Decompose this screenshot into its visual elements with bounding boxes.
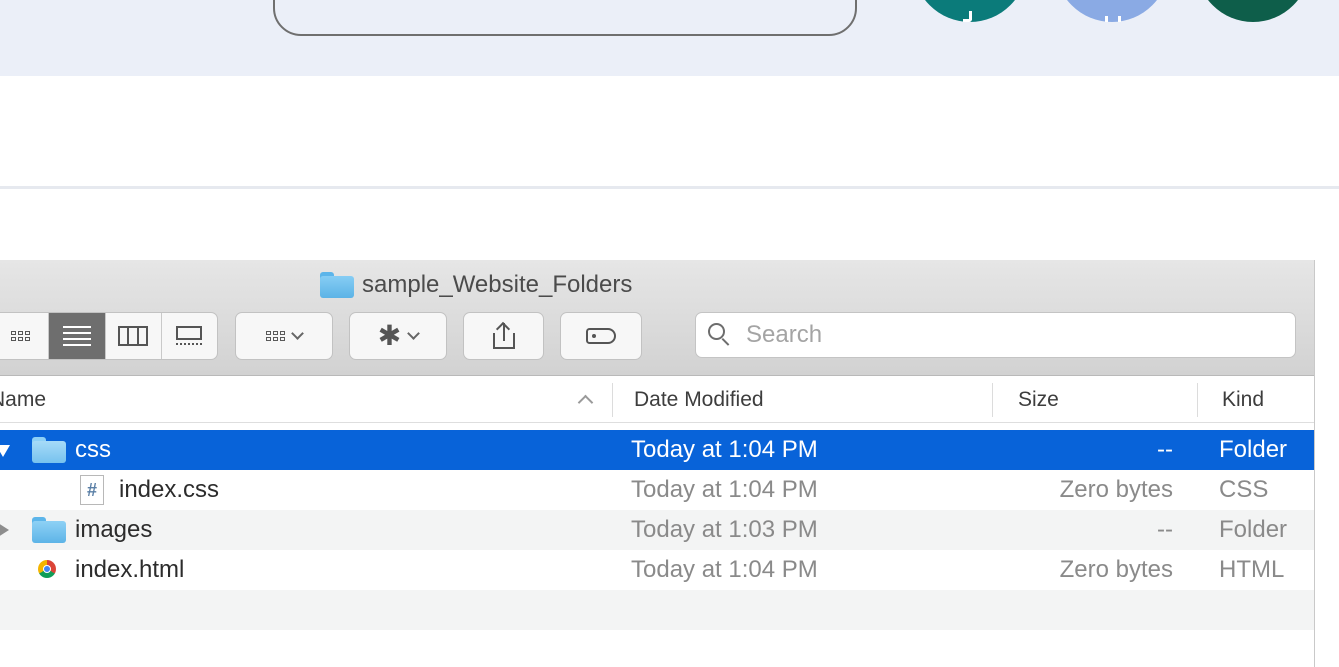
finder-toolbar: sample_Website_Folders ✱	[0, 260, 1314, 376]
file-size: Zero bytes	[1059, 476, 1173, 503]
file-size: --	[1157, 436, 1173, 463]
file-row-css[interactable]: css Today at 1:04 PM -- Folder	[0, 430, 1314, 470]
list-icon	[62, 326, 91, 346]
finder-window: sample_Website_Folders ✱ Search ame Date…	[0, 260, 1315, 667]
grid-icon	[11, 331, 31, 341]
column-separator[interactable]	[1197, 383, 1198, 417]
section-divider	[0, 186, 1339, 189]
file-name: index.css	[119, 476, 220, 503]
gallery-view-button[interactable]	[160, 313, 217, 359]
folder-icon	[320, 272, 354, 298]
disclosure-triangle-open-icon[interactable]	[0, 445, 10, 457]
header-size[interactable]: Size	[1018, 377, 1059, 423]
disclosure-triangle-closed-icon[interactable]	[0, 523, 9, 537]
gear-icon: ✱	[377, 320, 402, 351]
empty-row	[0, 590, 1314, 630]
avatar-circle-blue[interactable]	[1055, 0, 1169, 22]
column-view-button[interactable]	[104, 313, 161, 359]
file-size: Zero bytes	[1059, 556, 1173, 583]
header-kind[interactable]: Kind	[1222, 377, 1264, 423]
file-row-index-css[interactable]: # index.css Today at 1:04 PM Zero bytes …	[0, 470, 1314, 510]
file-kind: Folder	[1219, 516, 1288, 543]
chrome-html-file-icon	[38, 560, 56, 578]
header-date-modified[interactable]: Date Modified	[634, 377, 764, 423]
search-icon	[708, 323, 732, 347]
chevron-down-icon	[291, 327, 304, 340]
file-date: Today at 1:04 PM	[631, 476, 818, 503]
tags-button[interactable]	[560, 312, 642, 360]
share-button[interactable]	[463, 312, 544, 360]
top-banner	[0, 0, 1339, 76]
folder-icon	[32, 437, 66, 463]
view-mode-control	[0, 312, 218, 360]
file-name: images	[75, 516, 153, 543]
file-date: Today at 1:04 PM	[631, 436, 818, 463]
file-kind: Folder	[1219, 436, 1288, 463]
share-icon	[492, 321, 515, 349]
file-row-images[interactable]: images Today at 1:03 PM -- Folder	[0, 510, 1314, 550]
arrange-grid-icon	[266, 331, 285, 341]
avatar-circle-green[interactable]	[1196, 0, 1310, 22]
list-view-button[interactable]	[48, 313, 105, 359]
avatar-circle-teal[interactable]	[913, 0, 1027, 22]
action-menu-button[interactable]: ✱	[349, 312, 447, 360]
column-headers: Name Date Modified Size Kind	[0, 377, 1314, 423]
file-kind: HTML	[1219, 556, 1285, 583]
avatar-glyph	[1105, 16, 1121, 22]
arrange-button[interactable]	[235, 312, 333, 360]
file-row-index-html[interactable]: index.html Today at 1:04 PM Zero bytes H…	[0, 550, 1314, 590]
file-date: Today at 1:04 PM	[631, 556, 818, 583]
chevron-down-icon	[407, 327, 421, 340]
cover-flow-icon	[176, 325, 203, 347]
file-name: index.html	[75, 556, 185, 583]
avatar-glyph	[963, 11, 972, 22]
file-name: css	[75, 436, 111, 463]
file-size: --	[1157, 516, 1173, 543]
sort-ascending-icon[interactable]	[577, 394, 594, 411]
banner-search-field[interactable]	[273, 0, 857, 36]
file-list: css Today at 1:04 PM -- Folder # index.c…	[0, 430, 1314, 630]
search-field[interactable]	[695, 312, 1296, 358]
file-date: Today at 1:03 PM	[631, 516, 818, 543]
column-separator[interactable]	[612, 383, 613, 417]
column-separator[interactable]	[992, 383, 993, 417]
file-kind: CSS	[1219, 476, 1269, 503]
css-file-icon: #	[80, 475, 104, 505]
icon-view-button[interactable]	[0, 313, 48, 359]
header-name[interactable]: Name	[0, 377, 46, 423]
columns-icon	[118, 326, 149, 346]
folder-icon	[32, 517, 66, 543]
window-title-text: sample_Website_Folders	[362, 271, 633, 298]
tag-icon	[586, 328, 616, 344]
search-input[interactable]	[744, 320, 1248, 350]
window-title: sample_Website_Folders	[320, 270, 632, 300]
